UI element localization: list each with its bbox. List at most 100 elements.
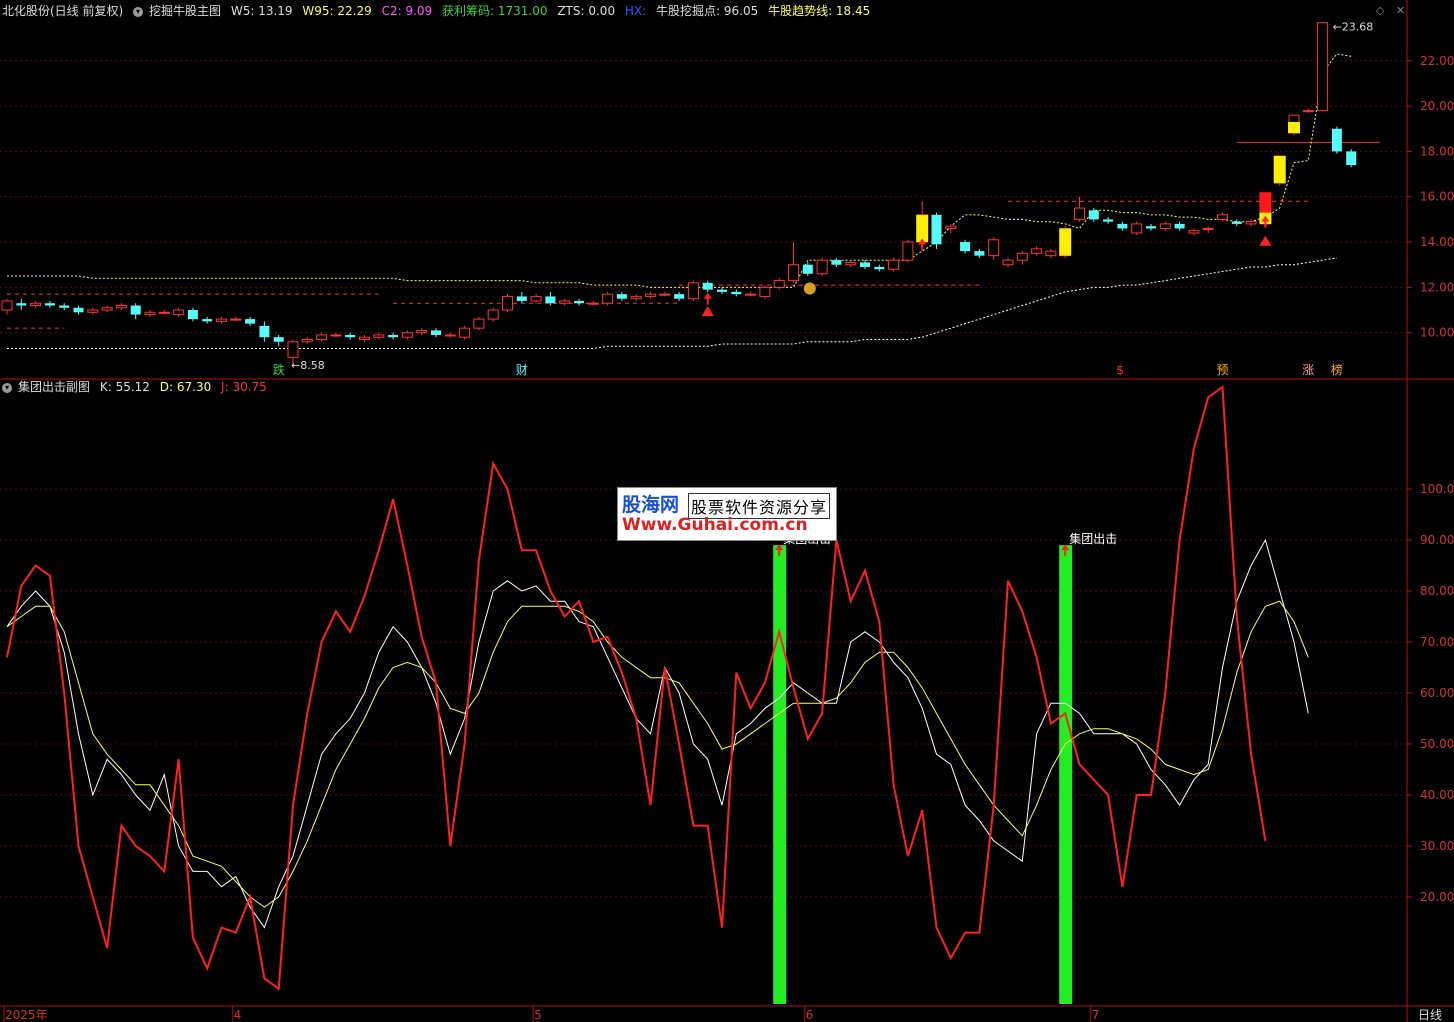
candle-body [101,307,113,311]
candle-body [1346,151,1357,166]
sub-tick-label: 70.00 [1420,635,1454,649]
candle-body [1117,223,1128,229]
main-indicator-name[interactable]: 挖掘牛股主图 [149,4,221,18]
candle-body [173,309,185,316]
candle-body [444,334,456,337]
indicator-toggle-icon[interactable]: ▾ [133,6,144,17]
x-tick-label: 5 [534,1008,542,1022]
candle-body [788,264,799,282]
candle-body [287,341,299,359]
candle-body [888,259,900,270]
candle-body [645,293,656,297]
candle-body [1074,207,1085,220]
candle-body [345,334,356,338]
candle-body [1174,223,1185,229]
candle-body [44,303,55,306]
candle-body [530,295,542,302]
candle-body [1159,223,1171,229]
w5-value: W5: 13.19 [230,4,293,18]
signal-candle [916,214,929,243]
candle-body [731,291,742,295]
candle-body [16,303,27,306]
candle-body [115,304,127,309]
candle-body [831,260,842,265]
candle-body [130,305,141,315]
sub-tick-label: 40.00 [1420,788,1454,802]
candle-body [1231,221,1242,224]
candle-body [845,261,857,266]
candle-body [301,338,313,343]
candle-body [1146,226,1156,229]
close-icon[interactable]: ✕ [1396,4,1405,17]
sub-tick-label: 20.00 [1420,890,1454,904]
candle-body [30,302,42,306]
candle-body [945,225,957,229]
candle-body [259,325,270,338]
candle-body [273,337,284,342]
candle-body [574,300,584,304]
x-tick-label: 2025年 [5,1008,48,1022]
candle-body [860,262,870,267]
candle-body [431,330,441,335]
candle-body [473,318,485,329]
candle-body [87,309,99,313]
x-tick-label: 6 [806,1008,814,1022]
series-d-line [6,600,1309,908]
signal-candle [1259,192,1272,213]
trend-value: 牛股趋势线: 18.45 [768,4,871,18]
candle-body [874,266,885,270]
zts-value: ZTS: 0.00 [557,4,616,18]
trend-line [7,53,1352,288]
candle-body [988,239,1000,257]
series-j-line [6,385,1267,991]
logo-brand: 股海网 [622,494,680,516]
candle-body [659,293,671,296]
signal-candle [1288,121,1300,134]
candle-body [1016,252,1028,261]
candle-body [1088,210,1099,220]
candle-body [1331,128,1342,152]
event-marker: 财 [516,363,528,377]
candle-body [745,293,757,296]
watermark-logo: 股海网 股票软件资源分享 Www.Guhai.com.cn [617,487,837,541]
sub-indicator-toggle-icon[interactable]: ▾ [2,382,12,393]
w95-value: W95: 22.29 [302,4,372,18]
hx-value: HX: [624,4,651,18]
candle-body [516,296,527,301]
candle-body [1217,214,1228,220]
sub-tick-label: 50.00 [1420,737,1454,751]
main-tick-label: 16.00 [1420,190,1454,204]
collapse-icon[interactable]: ◇ [1376,4,1384,17]
candle-body [1188,230,1200,234]
candle-body [330,334,342,337]
signal-candle [1273,155,1286,184]
candle-body [187,310,198,320]
candle-body [1031,248,1043,254]
d-value: D: 67.30 [159,380,212,394]
x-tick-label: 4 [234,1008,242,1022]
candle-body [630,295,642,300]
candle-body [59,305,70,308]
event-marker: 榜 [1331,362,1343,377]
high-annotation: ←23.68 [1333,21,1374,34]
candle-body [230,318,242,321]
candle-body [416,329,428,334]
candle-body [602,293,614,304]
c2-value: C2: 9.09 [381,4,433,18]
signal-bar [773,545,787,1004]
sub-header: ▾ 集团出击副图 K: 55.12 D: 67.30 J: 30.75 [2,377,273,397]
candle-body [401,332,413,338]
sub-indicator-name[interactable]: 集团出击副图 [18,380,90,394]
candle-body [359,336,370,340]
support-line [7,257,1337,349]
candle-body [144,311,156,316]
candle-body [158,311,170,314]
candle-body [687,282,699,300]
candle-body [459,327,471,338]
candle-body [931,214,942,245]
main-tick-label: 18.00 [1420,144,1454,158]
stock-name[interactable]: 北化股份(日线 前复权) [2,4,123,18]
candle-body [702,282,713,290]
candle-body [1202,227,1214,230]
candle-body [1245,221,1257,225]
